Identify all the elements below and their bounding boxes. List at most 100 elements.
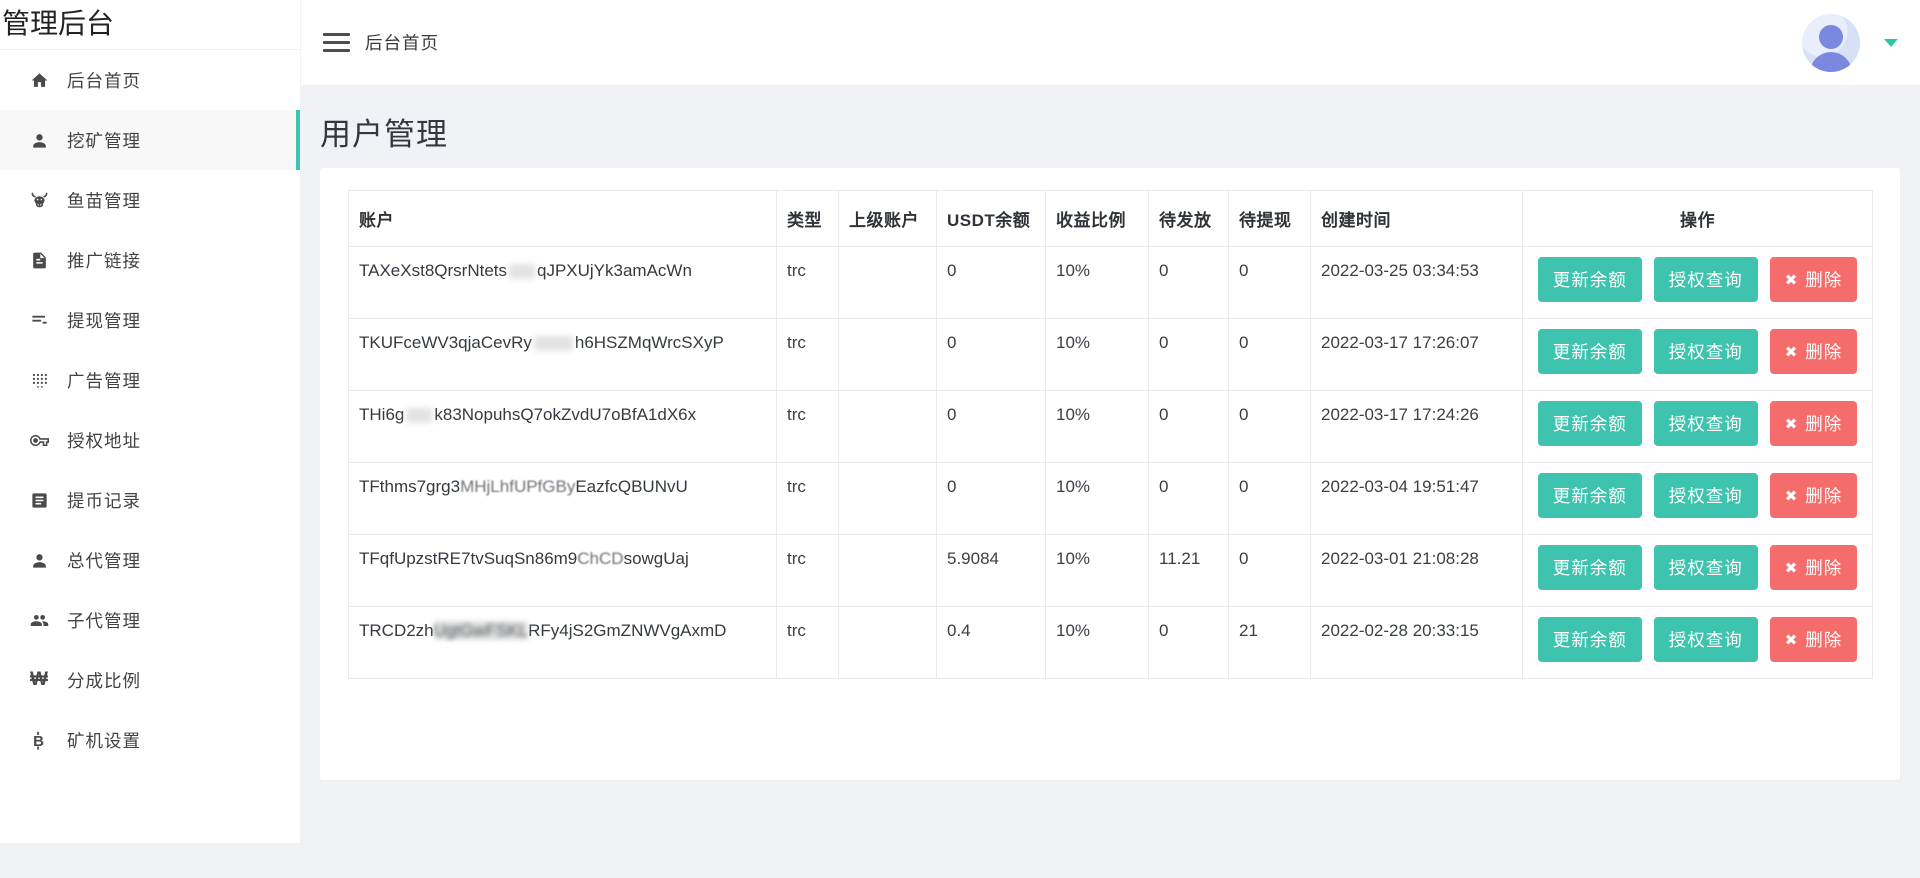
article-icon: [29, 490, 49, 510]
update-balance-button[interactable]: 更新余额: [1538, 257, 1642, 302]
cell-created: 2022-03-25 03:34:53: [1311, 247, 1523, 319]
breadcrumb: 后台首页: [365, 30, 439, 55]
sidebar-item-label: 授权地址: [67, 428, 141, 453]
sidebar-item-promo[interactable]: 推广链接: [0, 230, 300, 290]
sidebar-menu: 后台首页挖矿管理鱼苗管理推广链接提现管理广告管理授权地址提币记录总代管理子代管理…: [0, 50, 300, 770]
column-header-created: 创建时间: [1311, 191, 1523, 247]
sidebar-item-label: 广告管理: [67, 368, 141, 393]
table-row: TRCD2zhUgtGwFSKLRFy4jS2GmZNWVgAxmDtrc0.4…: [349, 607, 1873, 679]
hamburger-menu-icon[interactable]: [323, 28, 350, 57]
cell-balance: 0.4: [937, 607, 1046, 679]
sidebar-item-miners[interactable]: B矿机设置: [0, 710, 300, 770]
delete-x-icon: ✖: [1785, 559, 1799, 577]
sidebar-item-records[interactable]: 提币记录: [0, 470, 300, 530]
cell-type: trc: [777, 535, 839, 607]
cell-created: 2022-03-17 17:24:26: [1311, 391, 1523, 463]
redacted-segment: [406, 408, 432, 423]
update-balance-button[interactable]: 更新余额: [1538, 473, 1642, 518]
cell-ratio: 10%: [1046, 391, 1149, 463]
sidebar-item-home[interactable]: 后台首页: [0, 50, 300, 110]
column-header-account: 账户: [349, 191, 777, 247]
table-row: TFthms7grg3MHjLhfUPfGByEazfcQBUNvUtrc010…: [349, 463, 1873, 535]
lines-icon: [29, 310, 49, 330]
avatar-person-icon: [1819, 25, 1843, 49]
cell-pending: 0: [1149, 391, 1229, 463]
sidebar-item-fry[interactable]: 鱼苗管理: [0, 170, 300, 230]
person-icon: [29, 550, 49, 570]
cell-account: THi6gk83NopuhsQ7okZvdU7oBfA1dX6x: [349, 391, 777, 463]
sidebar-item-ratio[interactable]: ₩分成比例: [0, 650, 300, 710]
sidebar-item-ads[interactable]: 广告管理: [0, 350, 300, 410]
delete-button[interactable]: ✖删除: [1770, 329, 1858, 374]
update-balance-button[interactable]: 更新余额: [1538, 545, 1642, 590]
cell-ratio: 10%: [1046, 463, 1149, 535]
cell-parent: [839, 463, 937, 535]
account-address: TAXeXst8QrsrNtetsqJPXUjYk3amAcWn: [359, 261, 692, 280]
user-table-card: 账户类型上级账户USDT余额收益比例待发放待提现创建时间操作 TAXeXst8Q…: [320, 168, 1900, 780]
cell-account: TFqfUpzstRE7tvSuqSn86m9ChCDsowgUaj: [349, 535, 777, 607]
cell-parent: [839, 247, 937, 319]
cell-withdraw: 0: [1229, 463, 1311, 535]
update-balance-button[interactable]: 更新余额: [1538, 401, 1642, 446]
cell-created: 2022-03-17 17:26:07: [1311, 319, 1523, 391]
sidebar-item-label: 提现管理: [67, 308, 141, 333]
auth-query-button[interactable]: 授权查询: [1654, 617, 1758, 662]
table-row: TKUFceWV3qjaCevRyh6HSZMqWrcSXyPtrc010%00…: [349, 319, 1873, 391]
sidebar-item-label: 推广链接: [67, 248, 141, 273]
account-address: TFthms7grg3MHjLhfUPfGByEazfcQBUNvU: [359, 477, 688, 496]
chevron-down-icon[interactable]: [1884, 39, 1898, 47]
table-row: TFqfUpzstRE7tvSuqSn86m9ChCDsowgUajtrc5.9…: [349, 535, 1873, 607]
column-header-withdraw: 待提现: [1229, 191, 1311, 247]
cell-actions: 更新余额授权查询 ✖删除: [1523, 319, 1873, 391]
column-header-type: 类型: [777, 191, 839, 247]
delete-button[interactable]: ✖删除: [1770, 257, 1858, 302]
sidebar-item-authaddr[interactable]: 授权地址: [0, 410, 300, 470]
avatar[interactable]: [1802, 14, 1860, 72]
cell-withdraw: 0: [1229, 391, 1311, 463]
delete-button[interactable]: ✖删除: [1770, 545, 1858, 590]
home-icon: [29, 70, 49, 90]
sidebar-item-label: 分成比例: [67, 668, 141, 693]
cell-type: trc: [777, 247, 839, 319]
sidebar-item-label: 提币记录: [67, 488, 141, 513]
delete-button[interactable]: ✖删除: [1770, 473, 1858, 518]
auth-query-button[interactable]: 授权查询: [1654, 401, 1758, 446]
update-balance-button[interactable]: 更新余额: [1538, 329, 1642, 374]
cell-pending: 0: [1149, 463, 1229, 535]
cell-type: trc: [777, 463, 839, 535]
auth-query-button[interactable]: 授权查询: [1654, 473, 1758, 518]
delete-button[interactable]: ✖删除: [1770, 617, 1858, 662]
key-icon: [29, 430, 49, 450]
cell-account: TKUFceWV3qjaCevRyh6HSZMqWrcSXyP: [349, 319, 777, 391]
sidebar-item-label: 子代管理: [67, 608, 141, 633]
column-header-pending: 待发放: [1149, 191, 1229, 247]
sidebar-item-mining[interactable]: 挖矿管理: [0, 110, 300, 170]
column-header-parent: 上级账户: [839, 191, 937, 247]
delete-x-icon: ✖: [1785, 631, 1799, 649]
redacted-segment: [509, 264, 535, 279]
dots-icon: [29, 370, 49, 390]
delete-button[interactable]: ✖删除: [1770, 401, 1858, 446]
auth-query-button[interactable]: 授权查询: [1654, 545, 1758, 590]
sidebar-item-label: 鱼苗管理: [67, 188, 141, 213]
auth-query-button[interactable]: 授权查询: [1654, 257, 1758, 302]
sidebar-item-label: 后台首页: [67, 68, 141, 93]
cell-ratio: 10%: [1046, 535, 1149, 607]
redacted-segment: [534, 336, 573, 351]
sidebar-item-withdraw[interactable]: 提现管理: [0, 290, 300, 350]
sidebar-item-agents[interactable]: 总代管理: [0, 530, 300, 590]
sidebar-item-subagents[interactable]: 子代管理: [0, 590, 300, 650]
cell-parent: [839, 319, 937, 391]
account-address: TKUFceWV3qjaCevRyh6HSZMqWrcSXyP: [359, 333, 724, 352]
cell-created: 2022-02-28 20:33:15: [1311, 607, 1523, 679]
delete-x-icon: ✖: [1785, 487, 1799, 505]
auth-query-button[interactable]: 授权查询: [1654, 329, 1758, 374]
cell-withdraw: 21: [1229, 607, 1311, 679]
cell-parent: [839, 391, 937, 463]
topbar: 后台首页: [300, 0, 1920, 85]
sidebar-item-label: 矿机设置: [67, 728, 141, 753]
person-icon: [29, 130, 49, 150]
table-row: THi6gk83NopuhsQ7okZvdU7oBfA1dX6xtrc010%0…: [349, 391, 1873, 463]
bull-icon: [29, 190, 49, 210]
update-balance-button[interactable]: 更新余额: [1538, 617, 1642, 662]
